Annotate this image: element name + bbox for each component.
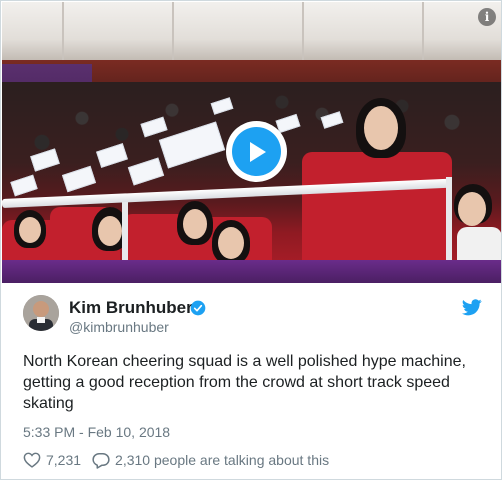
arena-board [2, 260, 501, 283]
railing-post [446, 177, 452, 263]
heart-icon [23, 452, 41, 468]
like-count: 7,231 [46, 452, 82, 468]
avatar[interactable] [23, 295, 59, 331]
ceiling-beam [172, 2, 174, 64]
conversation-link[interactable]: 2,310 people are talking about this [92, 452, 329, 469]
ceiling-beam [422, 2, 424, 64]
face [364, 106, 398, 150]
face [19, 217, 41, 243]
talking-count: 2,310 people are talking about this [115, 452, 330, 468]
author-name[interactable]: Kim Brunhuber [69, 298, 193, 318]
play-button[interactable] [226, 121, 287, 182]
video-player[interactable]: i [2, 2, 501, 283]
face [458, 192, 486, 226]
ceiling-beam [62, 2, 64, 64]
tweet-embed-card: i Kim Brunhuber @kimbrunhuber North Kore… [0, 0, 502, 480]
speech-bubble-icon [92, 452, 110, 469]
tweet-actions: 7,231 2,310 people are talking about thi… [23, 451, 340, 469]
face [98, 216, 122, 246]
face [218, 227, 244, 259]
like-button[interactable]: 7,231 [23, 452, 81, 468]
info-icon[interactable]: i [478, 8, 496, 26]
twitter-bird-icon[interactable] [462, 299, 482, 316]
tweet-timestamp[interactable]: 5:33 PM - Feb 10, 2018 [23, 424, 170, 440]
author-handle[interactable]: @kimbrunhuber [69, 319, 169, 335]
face [183, 209, 207, 239]
arena-ceiling [2, 2, 501, 64]
play-icon [232, 127, 281, 176]
tweet-text: North Korean cheering squad is a well po… [23, 353, 466, 412]
ceiling-beam [302, 2, 304, 64]
verified-badge-icon [190, 300, 206, 316]
